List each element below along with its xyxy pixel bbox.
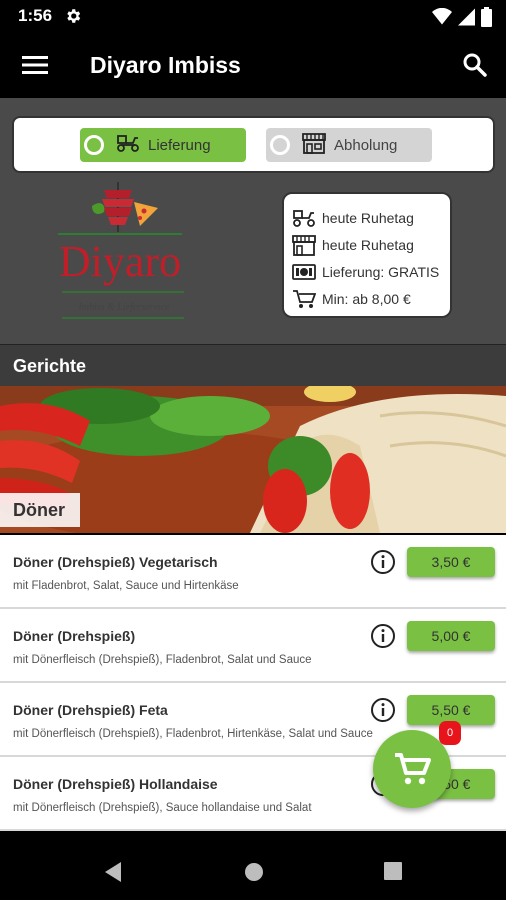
- settings-gear-icon: [64, 7, 82, 30]
- battery-icon: [481, 7, 492, 32]
- add-to-cart-price-button[interactable]: 5,00 €: [407, 621, 495, 651]
- add-to-cart-price-button[interactable]: 3,50 €: [407, 547, 495, 577]
- svg-text:Imbiss & Lieferservice: Imbiss & Lieferservice: [77, 302, 170, 313]
- menu-item-name: Döner (Drehspieß): [13, 628, 136, 644]
- pickup-option[interactable]: Abholung: [266, 128, 432, 162]
- category-banner[interactable]: Döner: [0, 386, 506, 533]
- pickup-hours-row: heute Ruhetag: [292, 231, 442, 258]
- menu-item-description: mit Dönerfleisch (Drehspieß), Fladenbrot…: [13, 728, 373, 740]
- pickup-label: Abholung: [334, 136, 398, 154]
- menu-item-name: Döner (Drehspieß) Feta: [13, 702, 168, 718]
- delivery-radio[interactable]: [84, 135, 104, 155]
- scooter-icon: [292, 209, 318, 227]
- menu-item-name: Döner (Drehspieß) Vegetarisch: [13, 554, 218, 570]
- app-title: Diyaro Imbiss: [90, 52, 241, 78]
- delivery-hours-row: heute Ruhetag: [292, 204, 442, 231]
- svg-text:Diyaro: Diyaro: [59, 237, 181, 286]
- wifi-icon: [432, 7, 452, 31]
- info-card: heute Ruhetag heute Ruhetag Lieferung: G…: [282, 192, 452, 318]
- menu-item-description: mit Dönerfleisch (Drehspieß), Fladenbrot…: [13, 654, 312, 666]
- shopping-cart-icon: [393, 752, 431, 791]
- delivery-fee-row: Lieferung: GRATIS: [292, 258, 442, 285]
- restaurant-logo: Diyaro Imbiss & Lieferservice: [54, 180, 194, 330]
- section-title: Gerichte: [13, 356, 87, 376]
- menu-item-description: mit Fladenbrot, Salat, Sauce und Hirtenk…: [13, 580, 239, 592]
- info-icon[interactable]: [370, 549, 396, 580]
- cart-count-badge: 0: [439, 721, 461, 745]
- delivery-option[interactable]: Lieferung: [80, 128, 246, 162]
- menu-item-name: Döner (Drehspieß) Hollandaise: [13, 776, 218, 792]
- pickup-hours-text: heute Ruhetag: [322, 236, 414, 253]
- storefront-icon: [302, 132, 326, 159]
- pickup-radio[interactable]: [270, 135, 290, 155]
- menu-item[interactable]: Döner (Drehspieß) mit Dönerfleisch (Dreh…: [0, 609, 506, 683]
- signal-icon: [458, 8, 475, 31]
- restaurant-header: Lieferung Abholung Diyaro Imbiss & Liefe…: [0, 98, 506, 344]
- category-name: Döner: [13, 500, 66, 520]
- back-icon[interactable]: [103, 861, 123, 888]
- money-icon: [292, 263, 318, 280]
- scooter-icon: [116, 134, 140, 157]
- search-icon[interactable]: [462, 52, 488, 83]
- menu-item-description: mit Dönerfleisch (Drehspieß), Sauce holl…: [13, 802, 312, 814]
- menu-icon[interactable]: [22, 54, 48, 81]
- shopping-cart-icon: [292, 289, 318, 309]
- system-nav-bar: [0, 842, 506, 900]
- minimum-order-row: Min: ab 8,00 €: [292, 285, 442, 312]
- status-time: 1:56: [18, 6, 53, 25]
- category-label-box: Döner: [0, 493, 80, 527]
- minimum-order-text: Min: ab 8,00 €: [322, 290, 411, 307]
- recents-icon[interactable]: [383, 861, 403, 886]
- status-bar: 1:56: [0, 0, 506, 34]
- menu-item[interactable]: Döner (Drehspieß) Vegetarisch mit Fladen…: [0, 535, 506, 609]
- delivery-label: Lieferung: [148, 136, 211, 154]
- storefront-icon: [292, 234, 318, 256]
- delivery-fee-text: Lieferung: GRATIS: [322, 263, 440, 280]
- home-icon[interactable]: [243, 861, 265, 888]
- order-mode-toggle: Lieferung Abholung: [12, 116, 495, 173]
- section-header: Gerichte: [0, 344, 506, 386]
- info-icon[interactable]: [370, 697, 396, 728]
- delivery-hours-text: heute Ruhetag: [322, 209, 414, 226]
- app-bar: Diyaro Imbiss: [0, 34, 506, 98]
- info-icon[interactable]: [370, 623, 396, 654]
